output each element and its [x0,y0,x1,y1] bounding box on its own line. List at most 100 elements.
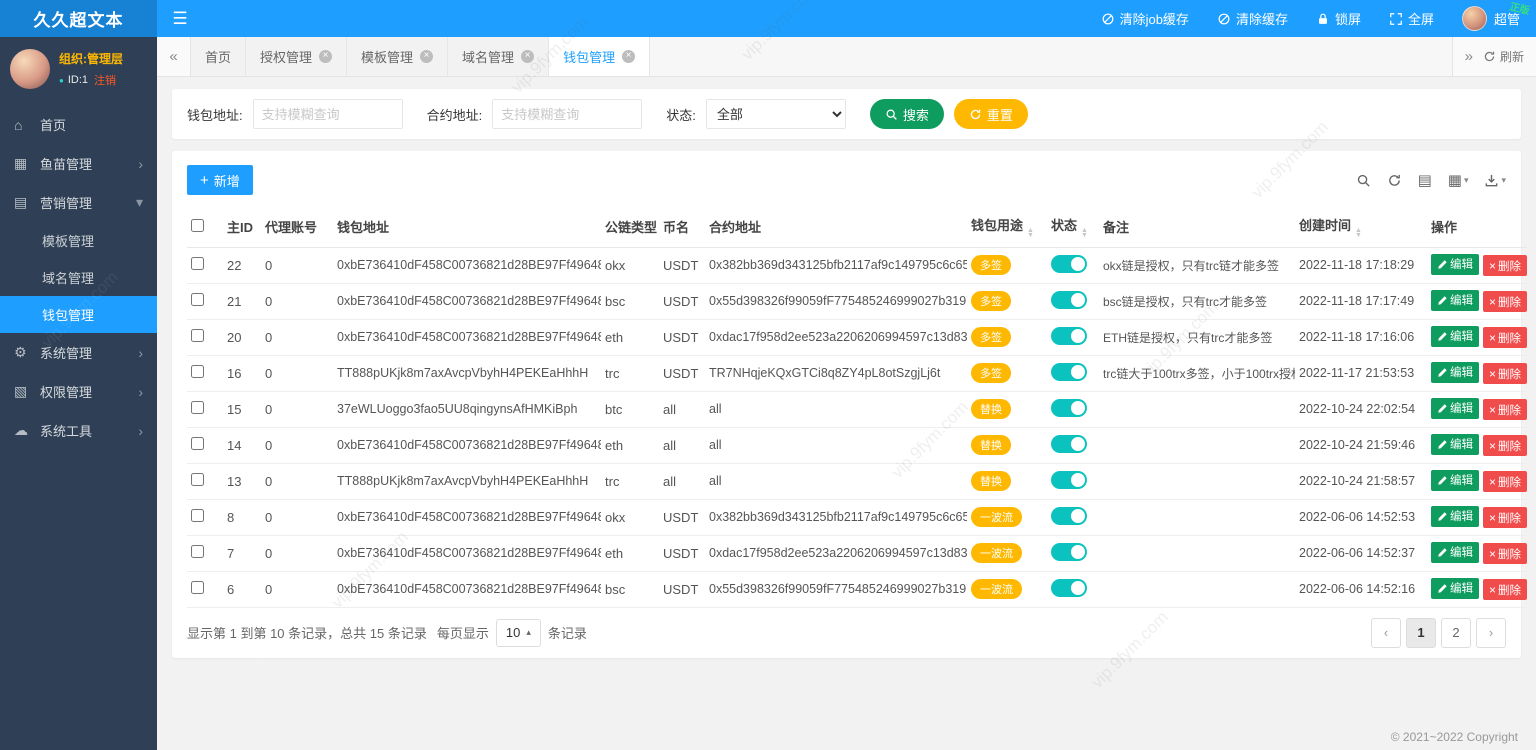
edit-button[interactable]: 编辑 [1431,290,1479,311]
logout-link[interactable]: 注销 [94,72,116,88]
add-button[interactable]: + 新增 [187,165,253,195]
clear-job-cache-button[interactable]: 清除job缓存 [1089,0,1201,37]
status-toggle[interactable] [1051,291,1087,309]
pagination: 显示第 1 到第 10 条记录，总共 15 条记录 每页显示 10 ▴ 条记录 … [187,618,1506,648]
sort-icon[interactable]: ▲▼ [1081,228,1088,238]
reset-button[interactable]: 重置 [954,99,1028,129]
user-menu[interactable]: 正版 超管 [1450,0,1526,37]
close-icon[interactable]: × [622,50,635,63]
status-toggle[interactable] [1051,471,1087,489]
delete-button[interactable]: ×删除 [1483,471,1527,492]
row-checkbox[interactable] [191,401,204,414]
tab-home[interactable]: 首页 [191,37,246,76]
contract-address-input[interactable] [492,99,642,129]
refresh-tab-button[interactable]: 刷新 [1483,48,1524,65]
delete-button[interactable]: ×删除 [1483,327,1527,348]
column-header-created[interactable]: 创建时间▲▼ [1295,207,1427,247]
fullscreen-button[interactable]: 全屏 [1377,0,1446,37]
delete-button[interactable]: ×删除 [1483,579,1527,600]
status-toggle[interactable] [1051,543,1087,561]
sidebar-item-template-manage[interactable]: 模板管理 [0,222,157,259]
edit-button[interactable]: 编辑 [1431,578,1479,599]
status-toggle[interactable] [1051,579,1087,597]
tab-wallet-manage[interactable]: 钱包管理 × [549,37,650,76]
table-search-icon[interactable] [1356,173,1371,188]
app-logo[interactable]: 久久超文本 [0,0,157,37]
edit-button[interactable]: 编辑 [1431,326,1479,347]
status-toggle[interactable] [1051,363,1087,381]
next-page-button[interactable]: › [1476,618,1506,648]
delete-button[interactable]: ×删除 [1483,543,1527,564]
status-toggle[interactable] [1051,327,1087,345]
status-toggle[interactable] [1051,399,1087,417]
page-size-select[interactable]: 10 ▴ [496,619,541,647]
row-checkbox[interactable] [191,545,204,558]
delete-button[interactable]: ×删除 [1483,399,1527,420]
search-button[interactable]: 搜索 [870,99,944,129]
sidebar-item-wallet-manage[interactable]: 钱包管理 [0,296,157,333]
close-icon[interactable]: × [420,50,433,63]
user-avatar[interactable] [10,49,50,89]
clear-cache-button[interactable]: 清除缓存 [1205,0,1300,37]
sort-icon[interactable]: ▲▼ [1027,228,1034,238]
edit-button[interactable]: 编辑 [1431,398,1479,419]
close-icon[interactable]: × [521,50,534,63]
row-checkbox[interactable] [191,509,204,522]
cell-coin-name: all [659,391,705,427]
status-toggle[interactable] [1051,435,1087,453]
tab-auth-manage[interactable]: 授权管理 × [246,37,347,76]
cell-coin-name: all [659,463,705,499]
edit-button[interactable]: 编辑 [1431,362,1479,383]
status-select[interactable]: 全部 [706,99,846,129]
delete-button[interactable]: ×删除 [1483,435,1527,456]
edit-button[interactable]: 编辑 [1431,470,1479,491]
select-all-checkbox[interactable] [191,219,204,232]
wallet-address-input[interactable] [253,99,403,129]
table-refresh-icon[interactable] [1387,173,1402,188]
tabs-scroll-left-icon[interactable]: « [157,37,191,76]
sidebar-item-domain-manage[interactable]: 域名管理 [0,259,157,296]
hamburger-menu-icon[interactable]: ☰ [157,0,203,37]
tabs-scroll-right-icon[interactable]: » [1465,48,1473,65]
status-toggle[interactable] [1051,255,1087,273]
row-checkbox[interactable] [191,365,204,378]
sidebar-item-marketing[interactable]: ▤ 营销管理 ▾ [0,183,157,222]
status-toggle[interactable] [1051,507,1087,525]
edit-button[interactable]: 编辑 [1431,506,1479,527]
lock-screen-button[interactable]: 锁屏 [1304,0,1373,37]
page-button-1[interactable]: 1 [1406,618,1436,648]
edit-button[interactable]: 编辑 [1431,254,1479,275]
tab-domain-manage[interactable]: 域名管理 × [448,37,549,76]
column-header-purpose[interactable]: 钱包用途▲▼ [967,207,1047,247]
export-icon[interactable]: ▾ [1484,173,1506,188]
page-button-2[interactable]: 2 [1441,618,1471,648]
edit-button[interactable]: 编辑 [1431,542,1479,563]
sidebar-item-permission-manage[interactable]: ▧ 权限管理 › [0,372,157,411]
tab-template-manage[interactable]: 模板管理 × [347,37,448,76]
sidebar-item-home[interactable]: ⌂ 首页 [0,105,157,144]
delete-button[interactable]: ×删除 [1483,291,1527,312]
row-checkbox[interactable] [191,329,204,342]
sidebar-item-system-tools[interactable]: ☁ 系统工具 › [0,411,157,450]
cell-remark: bsc链是授权，只有trc才能多签 [1099,283,1295,319]
columns-toggle-icon[interactable]: ▦ ▾ [1448,171,1469,189]
row-checkbox[interactable] [191,581,204,594]
row-checkbox[interactable] [191,257,204,270]
edit-button[interactable]: 编辑 [1431,434,1479,455]
column-header-status[interactable]: 状态▲▼ [1047,207,1099,247]
row-checkbox[interactable] [191,437,204,450]
cell-agent-account: 0 [261,355,333,391]
row-checkbox[interactable] [191,293,204,306]
row-checkbox[interactable] [191,473,204,486]
delete-button[interactable]: ×删除 [1483,363,1527,384]
delete-button[interactable]: ×删除 [1483,507,1527,528]
delete-button[interactable]: ×删除 [1483,255,1527,276]
sort-icon[interactable]: ▲▼ [1355,228,1362,238]
table-row: 700xbE736410dF458C00736821d28BE97Ff49648… [187,535,1527,571]
pencil-icon [1437,295,1448,306]
sidebar-item-system-manage[interactable]: ⚙ 系统管理 › [0,333,157,372]
close-icon[interactable]: × [319,50,332,63]
prev-page-button[interactable]: ‹ [1371,618,1401,648]
sidebar-item-fishery[interactable]: ▦ 鱼苗管理 › [0,144,157,183]
card-view-icon[interactable]: ▤ [1418,171,1432,189]
